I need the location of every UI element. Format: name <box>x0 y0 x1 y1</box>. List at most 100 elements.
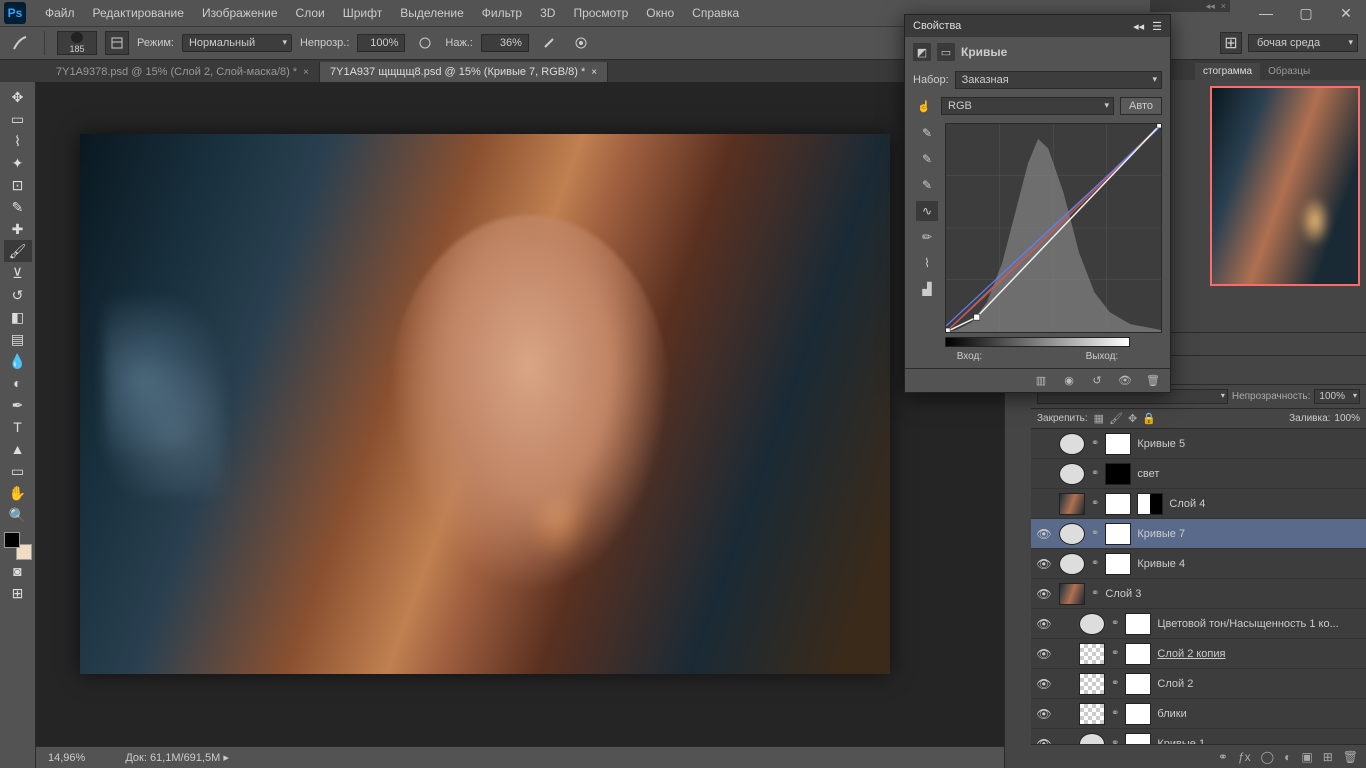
reset-icon[interactable]: ↺ <box>1088 373 1106 389</box>
layer-name[interactable]: Слой 4 <box>1169 498 1205 510</box>
layer-row[interactable]: 👁⚭Кривые 1 <box>1031 729 1366 744</box>
visibility-toggle[interactable]: 👁 <box>1035 557 1053 571</box>
clip-to-layer-icon[interactable]: ▥ <box>1032 373 1050 389</box>
point-curve-icon[interactable]: ∿ <box>916 201 938 221</box>
screenmode-toggle[interactable]: ⊞ <box>4 582 32 604</box>
smooth-curve-icon[interactable]: ⌇ <box>916 253 938 273</box>
delete-layer-icon[interactable]: 🗑 <box>1343 750 1358 764</box>
link-layers-icon[interactable]: ⚭ <box>1218 750 1228 764</box>
layer-name[interactable]: Слой 3 <box>1105 588 1141 600</box>
lock-all-icon[interactable]: 🔒 <box>1142 412 1156 425</box>
draw-curve-icon[interactable]: ✏ <box>916 227 938 247</box>
blur-tool[interactable]: 💧 <box>4 350 32 372</box>
close-icon[interactable]: × <box>1221 1 1226 11</box>
zoom-tool[interactable]: 🔍 <box>4 504 32 526</box>
lock-pixels-icon[interactable]: 🖌 <box>1109 412 1123 425</box>
layer-row[interactable]: 👁⚭Слой 2 копия <box>1031 639 1366 669</box>
close-button[interactable]: ✕ <box>1326 0 1366 26</box>
histogram-tab[interactable]: стограмма <box>1195 63 1260 80</box>
doc-tab-0[interactable]: 7Y1A9378.psd @ 15% (Слой 2, Слой-маска/8… <box>46 62 320 82</box>
menu-type[interactable]: Шрифт <box>334 0 391 26</box>
view-previous-icon[interactable]: ◉ <box>1060 373 1078 389</box>
layer-row[interactable]: ⚭свет <box>1031 459 1366 489</box>
menu-window[interactable]: Окно <box>637 0 683 26</box>
new-layer-icon[interactable]: ⊞ <box>1323 750 1333 764</box>
layer-name[interactable]: блики <box>1157 708 1186 720</box>
workspace-select[interactable]: бочая среда <box>1248 34 1358 52</box>
doc-tab-1[interactable]: 7Y1A937 щщщщ8.psd @ 15% (Кривые 7, RGB/8… <box>320 62 608 82</box>
brush-preset-picker[interactable]: 185 <box>57 31 97 55</box>
preset-select[interactable]: Заказная <box>955 71 1162 89</box>
layer-name[interactable]: свет <box>1137 468 1159 480</box>
sample-gray-icon[interactable]: ✎ <box>916 149 938 169</box>
menu-edit[interactable]: Редактирование <box>84 0 193 26</box>
visibility-toggle[interactable]: 👁 <box>1035 617 1053 631</box>
history-brush-tool[interactable]: ↺ <box>4 284 32 306</box>
crop-tool[interactable]: ⊡ <box>4 174 32 196</box>
brush-tool[interactable]: 🖌 <box>4 240 32 262</box>
heal-tool[interactable]: ✚ <box>4 218 32 240</box>
layer-row[interactable]: ⚭Кривые 5 <box>1031 429 1366 459</box>
stamp-tool[interactable]: ⊻ <box>4 262 32 284</box>
lock-position-icon[interactable]: ✥ <box>1128 412 1137 425</box>
layer-row[interactable]: 👁⚭Слой 3 <box>1031 579 1366 609</box>
airbrush-icon[interactable] <box>537 31 561 55</box>
layer-name[interactable]: Кривые 7 <box>1137 528 1185 540</box>
visibility-toggle[interactable]: 👁 <box>1035 677 1053 691</box>
type-tool[interactable]: T <box>4 416 32 438</box>
layer-row[interactable]: 👁⚭Кривые 4 <box>1031 549 1366 579</box>
opacity-input[interactable]: 100% <box>357 34 405 52</box>
flow-input[interactable]: 36% <box>481 34 529 52</box>
lasso-tool[interactable]: ⌇ <box>4 130 32 152</box>
opacity-pressure-icon[interactable] <box>413 31 437 55</box>
layer-row[interactable]: 👁⚭Кривые 7 <box>1031 519 1366 549</box>
gradient-tool[interactable]: ▤ <box>4 328 32 350</box>
auto-button[interactable]: Авто <box>1120 97 1162 115</box>
shape-tool[interactable]: ▭ <box>4 460 32 482</box>
visibility-toggle[interactable]: 👁 <box>1035 647 1053 661</box>
menu-3d[interactable]: 3D <box>531 0 564 26</box>
menu-layers[interactable]: Слои <box>287 0 334 26</box>
eyedropper-tool[interactable]: ✎ <box>4 196 32 218</box>
curves-graph[interactable] <box>945 123 1162 333</box>
marquee-tool[interactable]: ▭ <box>4 108 32 130</box>
close-tab-icon[interactable]: × <box>303 67 309 78</box>
visibility-toggle[interactable]: 👁 <box>1035 527 1053 541</box>
swatches-tab[interactable]: Образцы <box>1260 63 1318 80</box>
collapse-icon[interactable]: ◂◂ <box>1133 20 1144 33</box>
toggle-visibility-icon[interactable]: 👁 <box>1116 373 1134 389</box>
layer-name[interactable]: Кривые 5 <box>1137 438 1185 450</box>
lock-transparency-icon[interactable]: ▦ <box>1094 412 1104 425</box>
hand-tool[interactable]: ✋ <box>4 482 32 504</box>
layer-fill-input[interactable]: 100% <box>1334 413 1360 424</box>
document-canvas[interactable] <box>80 134 890 674</box>
path-select-tool[interactable]: ▲ <box>4 438 32 460</box>
zoom-level[interactable]: 14,96% <box>48 752 85 764</box>
menu-help[interactable]: Справка <box>683 0 748 26</box>
menu-file[interactable]: Файл <box>36 0 84 26</box>
finger-icon[interactable]: ☝ <box>913 100 935 113</box>
wand-tool[interactable]: ✦ <box>4 152 32 174</box>
histogram-options-icon[interactable]: ▟ <box>916 279 938 299</box>
close-tab-icon[interactable]: × <box>591 67 597 78</box>
delete-adj-icon[interactable]: 🗑 <box>1144 373 1162 389</box>
visibility-toggle[interactable]: 👁 <box>1035 737 1053 745</box>
blend-mode-select[interactable]: Нормальный <box>182 34 292 52</box>
layer-row[interactable]: 👁⚭Слой 2 <box>1031 669 1366 699</box>
layer-list[interactable]: ⚭Кривые 5⚭свет⚭Слой 4👁⚭Кривые 7👁⚭Кривые … <box>1031 429 1366 744</box>
menu-filter[interactable]: Фильтр <box>473 0 531 26</box>
layer-name[interactable]: Кривые 4 <box>1137 558 1185 570</box>
menu-image[interactable]: Изображение <box>193 0 287 26</box>
navigator-thumbnail[interactable] <box>1210 86 1360 286</box>
visibility-toggle[interactable]: 👁 <box>1035 707 1053 721</box>
layer-row[interactable]: ⚭Слой 4 <box>1031 489 1366 519</box>
fx-icon[interactable]: ƒx <box>1238 750 1251 764</box>
pen-tool[interactable]: ✒ <box>4 394 32 416</box>
foreground-color[interactable] <box>4 532 20 548</box>
size-pressure-icon[interactable] <box>569 31 593 55</box>
visibility-toggle[interactable]: 👁 <box>1035 587 1053 601</box>
layer-row[interactable]: 👁⚭блики <box>1031 699 1366 729</box>
tool-preset-icon[interactable] <box>8 31 32 55</box>
properties-header[interactable]: Свойства ◂◂☰ <box>905 15 1170 37</box>
mask-icon[interactable]: ◯ <box>1261 750 1274 764</box>
